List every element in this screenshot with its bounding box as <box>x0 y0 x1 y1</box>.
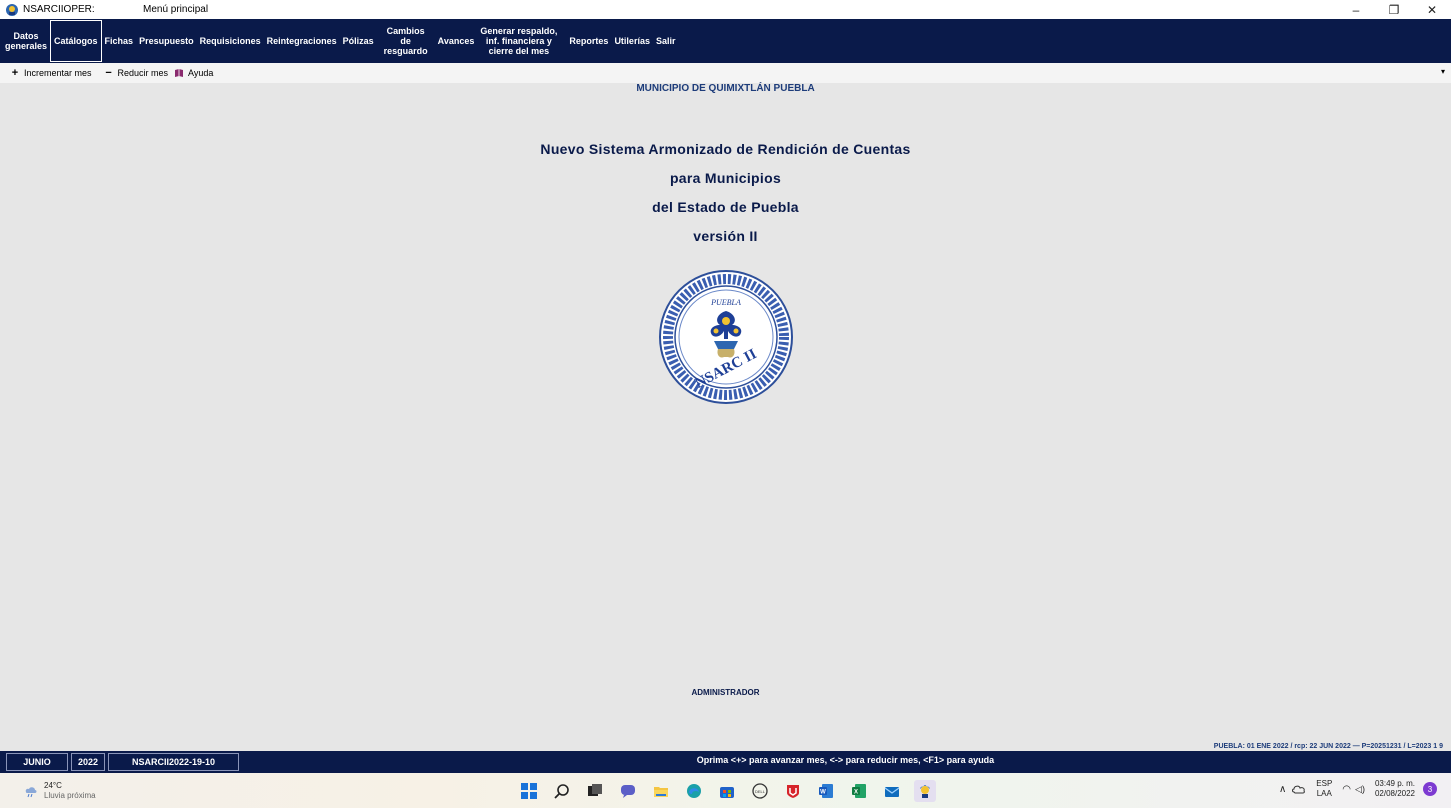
language-bottom: LAA <box>1316 789 1332 798</box>
notification-badge[interactable]: 3 <box>1423 782 1437 796</box>
search-icon[interactable] <box>551 780 573 802</box>
decrement-month-label: Reducir mes <box>117 68 169 78</box>
wifi-icon[interactable]: ◠ <box>1342 784 1351 795</box>
status-version: NSARCII2022-19-10 <box>108 753 239 771</box>
language-top: ESP <box>1316 779 1333 788</box>
increment-month-label: Incrementar mes <box>24 68 92 78</box>
menu-generar-respaldo[interactable]: Generar respaldo, inf. financiera y cier… <box>477 20 560 62</box>
system-title-line-1: Nuevo Sistema Armonizado de Rendición de… <box>540 141 911 157</box>
chevron-up-icon[interactable]: ∧ <box>1279 784 1286 795</box>
menu-fichas[interactable]: Fichas <box>102 20 137 62</box>
excel-icon[interactable]: X <box>848 780 870 802</box>
nsarc-seal-logo: PUEBLA NSARC II <box>659 270 793 404</box>
windows-taskbar: 24°C Lluvia próxima DELL W X ∧ ESP LAA ◠… <box>0 773 1451 808</box>
language-indicator[interactable]: ESP LAA <box>1316 779 1332 799</box>
mail-icon[interactable] <box>881 780 903 802</box>
onedrive-cloud-icon[interactable] <box>1292 784 1306 794</box>
menu-salir[interactable]: Salir <box>653 20 679 62</box>
menu-catalogos[interactable]: Catálogos <box>50 20 102 62</box>
toolbar: + Incrementar mes − Reducir mes Ayuda ▾ <box>0 63 1451 83</box>
menu-datos-generales[interactable]: Datos generales <box>2 20 50 62</box>
increment-month-button[interactable]: + Incrementar mes <box>10 67 92 79</box>
toolbar-overflow-icon[interactable]: ▾ <box>1441 67 1445 76</box>
microsoft-store-icon[interactable] <box>716 780 738 802</box>
weather-widget[interactable]: 24°C Lluvia próxima <box>24 781 96 801</box>
speaker-icon[interactable]: ◁) <box>1355 784 1365 795</box>
main-menu-bar: Datos generales Catálogos Fichas Presupu… <box>0 19 1451 63</box>
task-view-icon[interactable] <box>584 780 606 802</box>
status-hint: Oprima <+> para avanzar mes, <-> para re… <box>696 755 995 765</box>
nsarc-taskbar-icon[interactable] <box>914 780 936 802</box>
menu-reportes[interactable]: Reportes <box>566 20 611 62</box>
close-button[interactable]: ✕ <box>1413 0 1451 19</box>
start-icon[interactable] <box>518 780 540 802</box>
dell-icon[interactable]: DELL <box>749 780 771 802</box>
system-title-line-4: versión II <box>693 228 758 244</box>
clock-date: 02/08/2022 <box>1374 789 1415 798</box>
window-title-bar: NSARCIIOPER: Menú principal – ❐ ✕ <box>0 0 1451 19</box>
clock-time: 03:49 p. m. <box>1374 779 1415 788</box>
help-label: Ayuda <box>188 68 214 78</box>
period-info: PUEBLA: 01 ENE 2022 / rcp: 22 JUN 2022 —… <box>1213 743 1443 750</box>
menu-requisiciones[interactable]: Requisiciones <box>197 20 264 62</box>
mcafee-icon[interactable] <box>782 780 804 802</box>
menu-polizas[interactable]: Pólizas <box>340 20 377 62</box>
minus-icon: − <box>105 67 112 79</box>
plus-icon: + <box>11 67 19 79</box>
rain-cloud-icon <box>25 787 37 798</box>
book-icon <box>175 69 184 77</box>
app-logo-icon <box>6 3 18 16</box>
system-title: Nuevo Sistema Armonizado de Rendición de… <box>0 135 1451 251</box>
system-tray: ∧ ESP LAA ◠ ◁) 03:49 p. m. 02/08/2022 3 <box>1279 779 1437 799</box>
app-name: NSARCIIOPER: <box>23 4 95 15</box>
main-area: MUNICIPIO DE QUIMIXTLÁN PUEBLA Nuevo Sis… <box>0 83 1451 751</box>
menu-reintegraciones[interactable]: Reintegraciones <box>264 20 340 62</box>
svg-text:X: X <box>854 790 858 796</box>
help-button[interactable]: Ayuda <box>174 68 213 78</box>
minimize-button[interactable]: – <box>1337 0 1375 19</box>
logo-text-top: PUEBLA <box>710 298 741 307</box>
menu-cambios-resguardo[interactable]: Cambios de resguardo <box>377 20 435 62</box>
word-icon[interactable]: W <box>815 780 837 802</box>
menu-utilerias[interactable]: Utilerías <box>611 20 653 62</box>
status-year: 2022 <box>71 753 105 771</box>
window-title: Menú principal <box>143 4 209 15</box>
status-bar: JUNIO 2022 NSARCII2022-19-10 Oprima <+> … <box>0 751 1451 773</box>
current-user: ADMINISTRADOR <box>691 688 760 697</box>
edge-browser-icon[interactable] <box>683 780 705 802</box>
file-explorer-icon[interactable] <box>650 780 672 802</box>
system-title-line-2: para Municipios <box>669 170 782 186</box>
menu-presupuesto[interactable]: Presupuesto <box>136 20 197 62</box>
svg-text:W: W <box>820 790 826 796</box>
restore-button[interactable]: ❐ <box>1375 0 1413 19</box>
chat-icon[interactable] <box>617 780 639 802</box>
status-month: JUNIO <box>6 753 68 771</box>
decrement-month-button[interactable]: − Reducir mes <box>104 67 169 79</box>
svg-text:DELL: DELL <box>755 789 766 794</box>
weather-condition: Lluvia próxima <box>44 791 96 800</box>
weather-temperature: 24°C <box>44 781 62 790</box>
menu-avances[interactable]: Avances <box>435 20 478 62</box>
municipality-name: MUNICIPIO DE QUIMIXTLÁN PUEBLA <box>636 83 815 94</box>
clock[interactable]: 03:49 p. m. 02/08/2022 <box>1375 779 1415 799</box>
system-title-line-3: del Estado de Puebla <box>652 199 799 215</box>
